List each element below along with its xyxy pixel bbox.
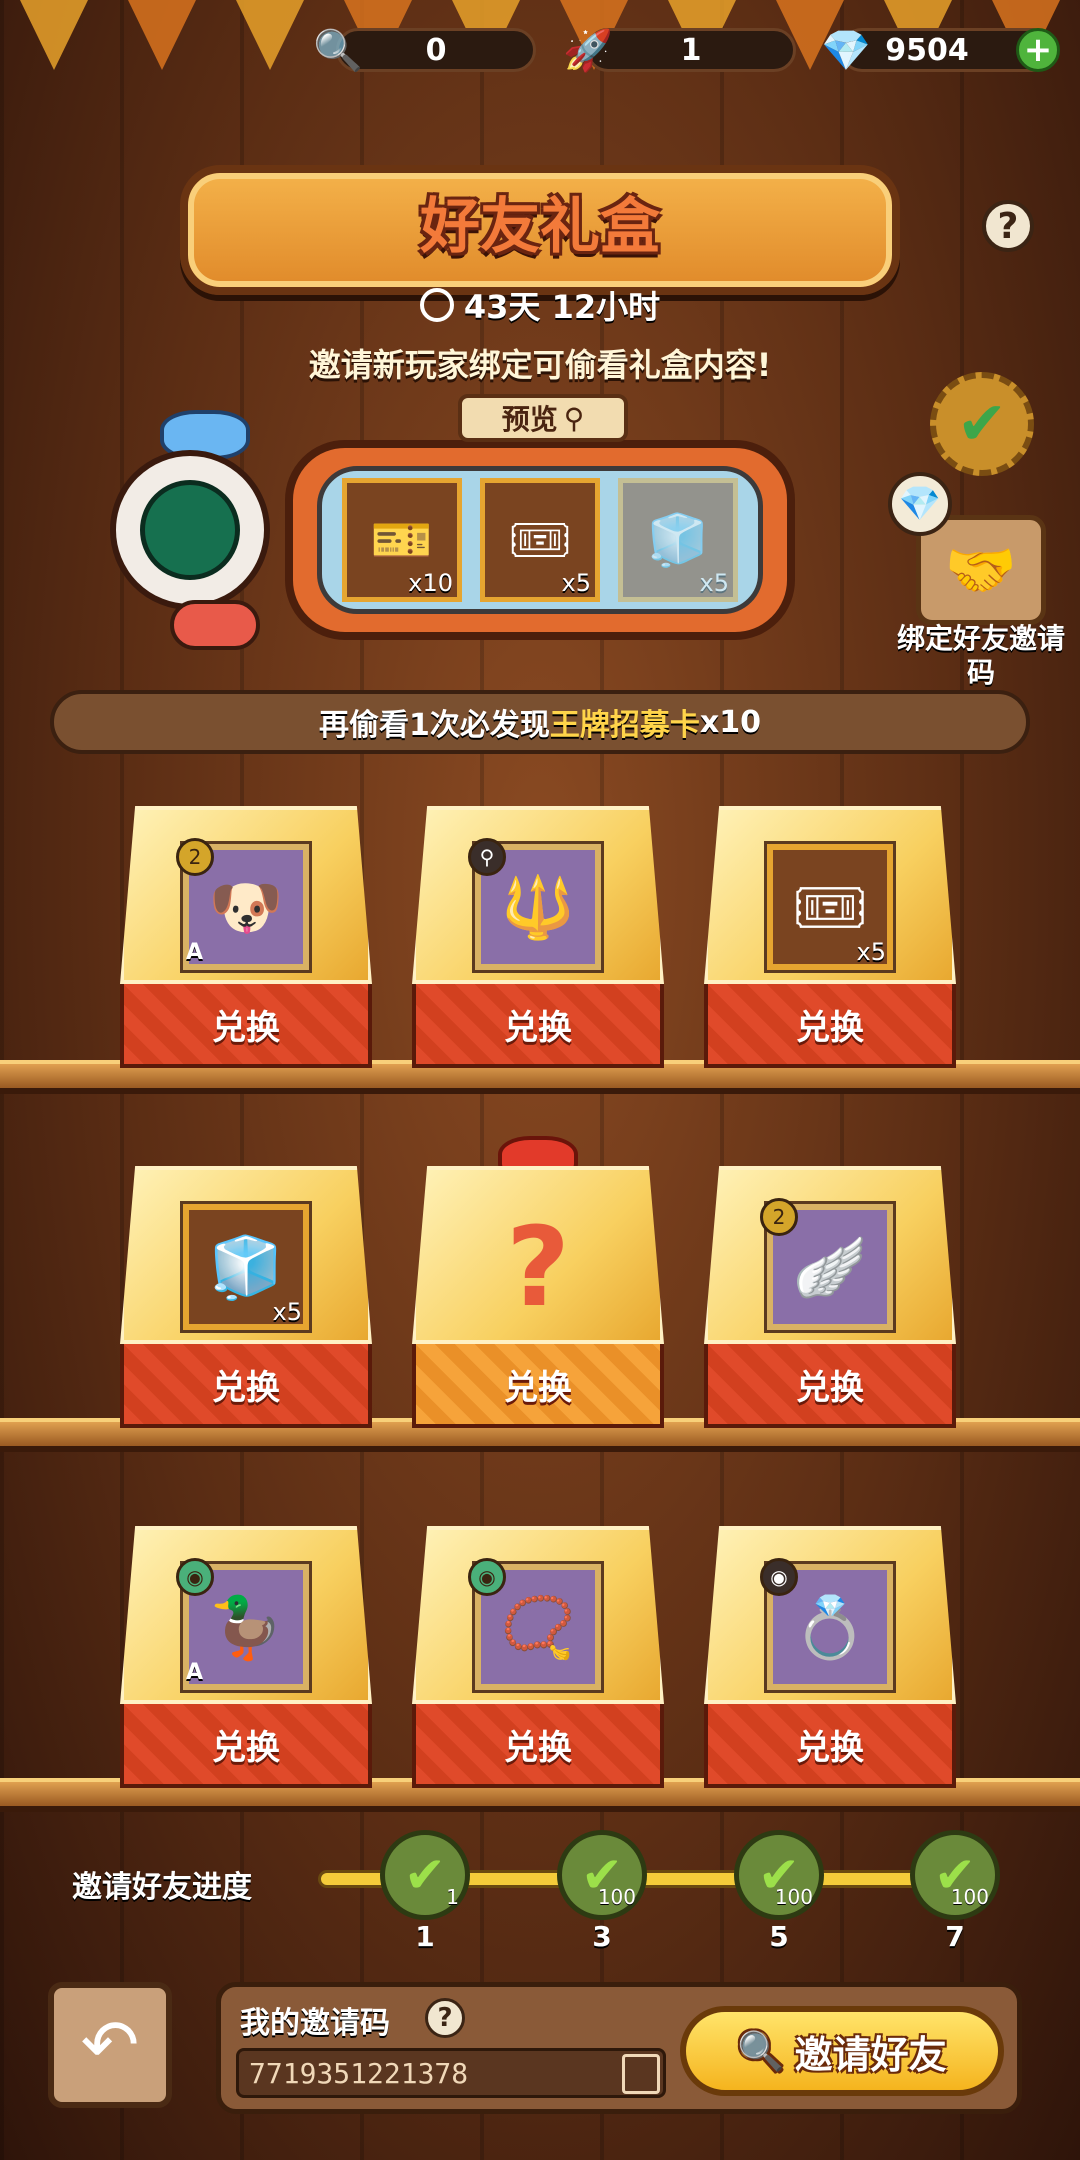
preview-box: 🎫 x10 🎟 x5 🧊 x5 [285, 440, 795, 640]
gold-ticket-icon: 🎫 [370, 510, 434, 569]
exchange-button[interactable]: 兑换 [412, 1704, 664, 1788]
checkmark-badge-icon[interactable]: ✔ [930, 372, 1034, 476]
gift-box-scepter: 🔱 ⚲ 兑换 [412, 806, 664, 1068]
exchange-button[interactable]: 兑换 [704, 984, 956, 1068]
question-mark-icon: ? [506, 1203, 570, 1331]
back-button[interactable]: ↶ [48, 1982, 172, 2108]
invite-hint-text: 邀请新玩家绑定可偷看礼盒内容! [308, 346, 772, 384]
copy-icon[interactable] [622, 2054, 660, 2094]
magnifier-icon: 🔍 [313, 27, 363, 74]
blue-ticket-icon: 🎟 [508, 510, 572, 569]
key-badge-icon: ⚲ [468, 838, 506, 876]
gift-box-cube: 🧊 x5 兑换 [120, 1166, 372, 1428]
gift-box-bracelet: 📿 ◉ 兑换 [412, 1526, 664, 1788]
exchange-button[interactable]: 兑换 [120, 984, 372, 1068]
invite-code-help-button[interactable]: ? [425, 1998, 465, 2038]
rocket-icon: 🚀 [563, 27, 613, 74]
invite-friend-button[interactable]: 🔍 邀请好友 [680, 2006, 1004, 2096]
invite-code-title: 我的邀请码 [240, 2006, 390, 2041]
milestone-reward[interactable]: ✔ 100 [910, 1830, 1000, 1920]
magnifier-count: 0 [336, 28, 536, 72]
preview-item-blue-ticket: 🎟 x5 [480, 478, 600, 602]
invite-code-field[interactable]: 7719351221378 [236, 2048, 666, 2098]
handshake-icon: 🤝 [944, 535, 1018, 604]
element-badge-icon: ◉ [176, 1558, 214, 1596]
exchange-button[interactable]: 兑换 [412, 1344, 664, 1428]
search-icon: 🔍 [737, 2028, 785, 2073]
rank-badge-icon: 2 [176, 838, 214, 876]
preview-button[interactable]: 预览 ⚲ [458, 394, 628, 442]
page-title: 好友礼盒 [420, 192, 660, 262]
diamond-icon: 💎 [821, 27, 871, 74]
guarantee-banner: 再偷看1次必发现 王牌招募卡 x10 [50, 690, 1030, 754]
preview-item-cube: 🧊 x5 [618, 478, 738, 602]
gift-box-wing-charm: 🪽 2 兑换 [704, 1166, 956, 1428]
add-diamond-button[interactable]: + [1016, 28, 1060, 72]
gift-box-dog-card: 🐶 2 A 兑换 [120, 806, 372, 1068]
checkmark-icon: ✔ [404, 1846, 446, 1904]
back-arrow-icon: ↶ [80, 2004, 140, 2086]
gift-box-ring: 💍 ◉ 兑换 [704, 1526, 956, 1788]
gift-box-mystery: ? 兑换 [412, 1136, 664, 1428]
search-icon: ⚲ [563, 401, 585, 435]
astronaut-mascot [100, 410, 300, 650]
milestone-reward[interactable]: ✔ 100 [734, 1830, 824, 1920]
gift-box-duck-card: 🦆 ◉ A 兑换 [120, 1526, 372, 1788]
preview-item-gold-ticket: 🎫 x10 [342, 478, 462, 602]
help-button[interactable]: ? [982, 200, 1034, 252]
exchange-button[interactable]: 兑换 [120, 1704, 372, 1788]
ring-badge-icon: ◉ [760, 1558, 798, 1596]
element-badge-icon: ◉ [468, 1558, 506, 1596]
clock-icon [419, 288, 454, 322]
currency-bar: 0 🔍 1 🚀 9504 💎 + [310, 22, 1070, 78]
invite-progress-label: 邀请好友进度 [72, 1870, 252, 1905]
exchange-button[interactable]: 兑换 [412, 984, 664, 1068]
exchange-button[interactable]: 兑换 [120, 1344, 372, 1428]
bind-friend-label: 绑定好友邀请码 [896, 622, 1065, 689]
rocket-count: 1 [586, 28, 796, 72]
gift-box-blue-ticket: 🎟 x5 兑换 [704, 806, 956, 1068]
diamond-bubble-icon: 💎 [888, 472, 952, 536]
exchange-button[interactable]: 兑换 [704, 1704, 956, 1788]
milestone-reward[interactable]: ✔ 100 [557, 1830, 647, 1920]
event-timer: 43天 12小时 [0, 282, 1080, 328]
rank-badge-icon: 2 [760, 1198, 798, 1236]
exchange-button[interactable]: 兑换 [704, 1344, 956, 1428]
cube-icon: 🧊 [646, 510, 710, 569]
milestone-reward[interactable]: ✔ 1 [380, 1830, 470, 1920]
